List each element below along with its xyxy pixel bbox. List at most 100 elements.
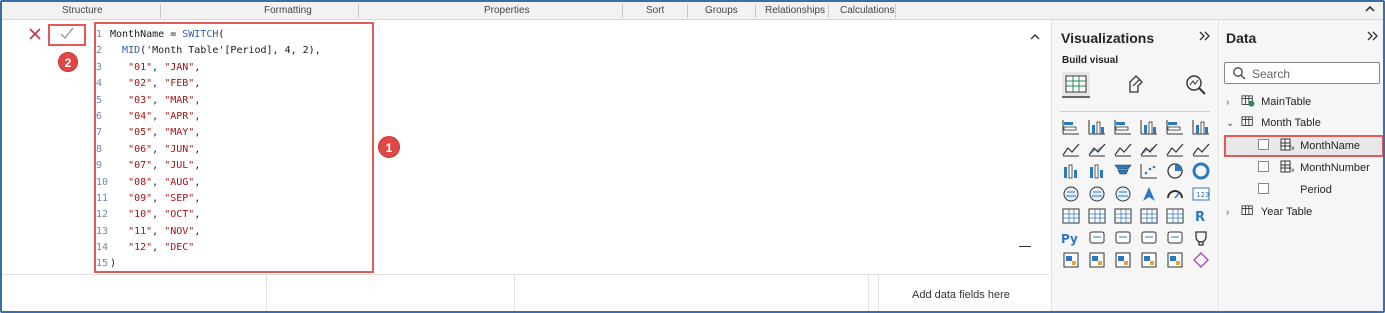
code-text: "12", "DEC" [128,242,195,254]
code-line[interactable]: 5 "03", "MAR", [96,93,321,109]
qa-icon[interactable] [1138,228,1160,248]
pie-chart-icon[interactable] [1164,161,1186,181]
r-visual-icon[interactable]: R [1190,206,1212,226]
trophy-icon[interactable] [1190,228,1212,248]
matrix-icon[interactable] [1164,206,1186,226]
code-line[interactable]: 8 "06", "JUN", [96,142,321,158]
clustered-column-chart-icon[interactable] [1138,117,1160,137]
code-line[interactable]: 6 "04", "APR", [96,109,321,125]
slicer-icon[interactable] [1112,206,1134,226]
chevron-right-icon[interactable]: › [1226,93,1238,113]
code-line[interactable]: 9 "07", "JUL", [96,158,321,174]
code-text: "03", "MAR", [128,94,201,106]
code-line[interactable]: 3 "01", "JAN", [96,60,321,76]
code-line[interactable]: 7 "05", "MAY", [96,125,321,141]
tree-field-period[interactable]: Period [1258,180,1332,200]
card-icon[interactable]: 123 [1190,184,1212,204]
code-line[interactable]: 4 "02", "FEB", [96,76,321,92]
stacked-bar-chart-icon[interactable] [1060,117,1082,137]
chevron-down-icon[interactable]: ⌄ [1226,114,1238,134]
collapse-formula-icon[interactable] [1029,28,1041,44]
visualizations-title: Visualizations [1061,30,1155,46]
ribbon-chart-icon[interactable] [1060,161,1082,181]
code-line[interactable]: 11 "09", "SEP", [96,191,321,207]
donut-chart-icon[interactable] [1190,161,1212,181]
code-text: "04", "APR", [128,110,201,122]
search-input[interactable]: Search [1224,62,1380,84]
ribbon-group-relationships: Relationships [765,5,826,16]
gauge-icon[interactable] [1164,184,1186,204]
decomposition-tree-icon[interactable] [1112,228,1134,248]
field-checkbox[interactable] [1258,183,1269,194]
ribbon-separator [160,4,161,18]
build-visual-tab[interactable] [1062,72,1090,98]
double-chevron-right-icon[interactable] [1366,29,1380,45]
dax-editor[interactable]: 1 MonthName = SWITCH(2 MID('Month Table'[… [92,22,1047,274]
map-icon[interactable] [1086,184,1108,204]
format-visual-tab[interactable] [1122,72,1150,98]
svg-text:123: 123 [1196,191,1209,199]
kpi-icon[interactable] [1086,206,1108,226]
treemap-icon[interactable] [1060,184,1082,204]
ribbon-separator [895,4,896,18]
line-column-chart-icon[interactable] [1164,139,1186,159]
line-clustered-column-icon[interactable] [1190,139,1212,159]
code-line[interactable]: 2 MID('Month Table'[Period], 4, 2), [96,43,321,59]
ribbon-group-groups: Groups [705,5,738,16]
add-data-fields-hint[interactable]: Add data fields here [912,289,1010,301]
code-line[interactable]: 14 "12", "DEC" [96,240,321,256]
100-percent-area-chart-icon[interactable] [1138,139,1160,159]
clustered-bar-chart-icon[interactable] [1112,117,1134,137]
shape-icon[interactable] [1164,250,1186,270]
stacked-column-chart-icon[interactable] [1086,117,1108,137]
power-automate-icon[interactable] [1112,250,1134,270]
more-visuals-icon[interactable] [1190,250,1212,270]
tree-label-month-table: Month Table [1261,117,1321,129]
scatter-chart-icon[interactable] [1138,161,1160,181]
paginated-report-icon[interactable] [1060,250,1082,270]
tree-field-monthnumber[interactable]: fx MonthNumber [1258,158,1370,178]
area-chart-icon[interactable] [1086,139,1108,159]
field-checkbox[interactable] [1258,161,1269,172]
cancel-button[interactable] [24,24,46,46]
python-visual-icon[interactable]: Py [1060,228,1082,248]
line-chart-icon[interactable] [1060,139,1082,159]
stacked-area-chart-icon[interactable] [1112,139,1134,159]
commit-button[interactable] [48,24,86,46]
code-text: "11", "NOV", [128,225,201,237]
ribbon-separator [828,4,829,18]
smart-narrative-icon[interactable] [1164,228,1186,248]
code-line[interactable]: 1 MonthName = SWITCH( [96,27,321,43]
tree-item-month-table[interactable]: ⌄ Month Table [1226,113,1321,133]
analytics-tab[interactable] [1182,72,1210,98]
chevron-right-icon[interactable]: › [1226,203,1238,223]
chevron-up-icon[interactable] [1365,3,1375,17]
paintbrush-icon [1129,75,1143,93]
code-line[interactable]: 15) [96,256,321,272]
multi-row-card-icon[interactable] [1060,206,1082,226]
code-line[interactable]: 13 "11", "NOV", [96,224,321,240]
key-influencers-icon[interactable] [1086,228,1108,248]
100-percent-column-chart-icon[interactable] [1190,117,1212,137]
code-line[interactable]: 10 "08", "AUG", [96,175,321,191]
code-lines[interactable]: 1 MonthName = SWITCH(2 MID('Month Table'[… [96,27,321,273]
table-icon[interactable] [1138,206,1160,226]
code-text: "09", "SEP", [128,192,201,204]
tree-item-maintable[interactable]: › MainTable [1226,92,1311,112]
funnel-chart-icon[interactable] [1112,161,1134,181]
metrics-icon[interactable] [1138,250,1160,270]
tree-item-year-table[interactable]: › Year Table [1226,202,1312,222]
power-apps-icon[interactable] [1086,250,1108,270]
data-title: Data [1226,30,1257,46]
100-percent-bar-chart-icon[interactable] [1164,117,1186,137]
waterfall-chart-icon[interactable] [1086,161,1108,181]
field-checkbox[interactable] [1258,139,1269,150]
line-number: 6 [96,110,103,122]
double-chevron-right-icon[interactable] [1198,29,1212,45]
tree-field-monthname[interactable]: fx MonthName [1258,136,1360,156]
code-line[interactable]: 12 "10", "OCT", [96,207,321,223]
azure-map-icon[interactable] [1138,184,1160,204]
minimize-icon[interactable] [1019,246,1031,247]
filled-map-icon[interactable] [1112,184,1134,204]
checkmark-icon [59,27,75,44]
